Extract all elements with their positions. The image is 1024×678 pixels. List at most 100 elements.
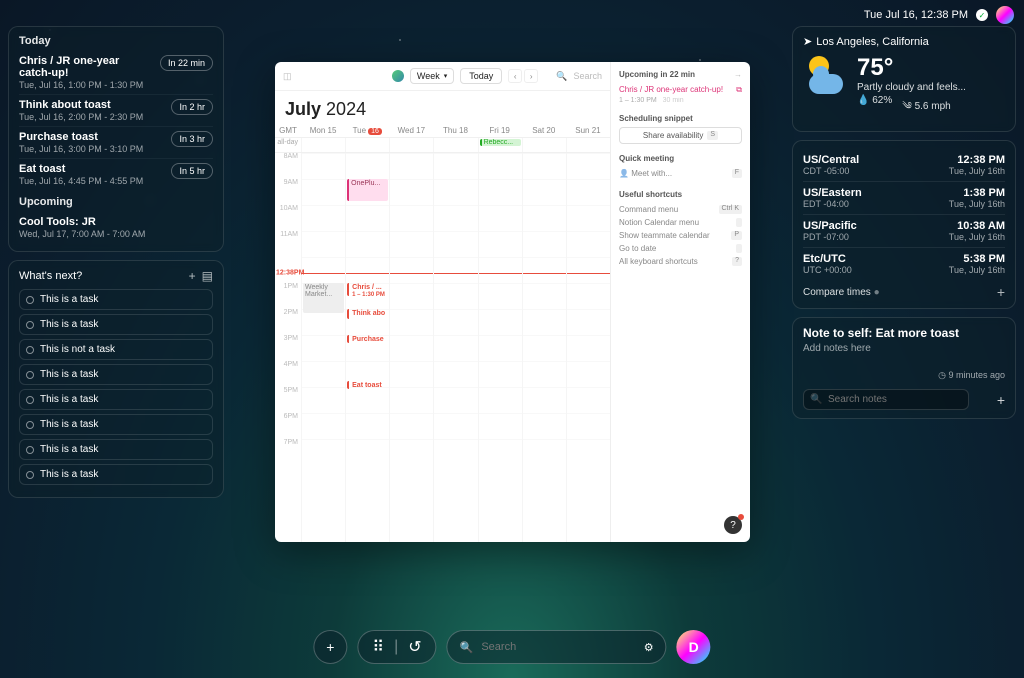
sidebar-toggle-icon[interactable]: ◫	[283, 71, 292, 82]
shortcut-item[interactable]: Notion Calendar menu	[619, 216, 742, 229]
add-task-icon[interactable]: +	[189, 269, 196, 283]
add-button[interactable]: +	[313, 630, 347, 664]
task-item[interactable]: This is a task	[19, 314, 213, 335]
countdown-pill: In 5 hr	[171, 163, 213, 179]
gear-icon[interactable]: ⚙	[644, 641, 654, 654]
countdown-pill: In 2 hr	[171, 99, 213, 115]
day-header-row: GMTMon 15Tue16Wed 17Thu 18Fri 19Sat 20Su…	[275, 124, 610, 138]
day-header[interactable]: GMT	[275, 124, 301, 137]
global-search[interactable]: 🔍 ⚙	[447, 630, 667, 664]
timezone-row[interactable]: US/PacificPDT -07:00 10:38 AMTue, July 1…	[803, 215, 1005, 248]
shortcut-item[interactable]: Show teammate calendarP	[619, 229, 742, 242]
timezone-row[interactable]: US/CentralCDT -05:00 12:38 PMTue, July 1…	[803, 149, 1005, 182]
allday-row: all-day Rebecc...	[275, 138, 610, 153]
next-week-button[interactable]: ›	[524, 69, 538, 83]
weather-location: Los Angeles, California	[816, 36, 929, 48]
timezone-row[interactable]: US/EasternEDT -04:00 1:38 PMTue, July 16…	[803, 182, 1005, 215]
upcoming-event-link[interactable]: Chris / JR one-year catch-up!⧉	[619, 83, 742, 97]
task-checkbox[interactable]	[26, 321, 34, 329]
temperature: 75°	[857, 54, 966, 82]
share-availability-button[interactable]: Share availabilityS	[619, 127, 742, 144]
today-button[interactable]: Today	[460, 68, 502, 84]
view-dropdown[interactable]: Week▾	[410, 68, 454, 84]
compare-dot-icon: ●	[874, 287, 880, 298]
agenda-event[interactable]: Think about toastTue, Jul 16, 2:00 PM - …	[19, 95, 213, 127]
agenda-event[interactable]: Cool Tools: JRWed, Jul 17, 7:00 AM - 7:0…	[19, 212, 213, 243]
day-header[interactable]: Thu 18	[433, 124, 477, 137]
task-checkbox[interactable]	[26, 421, 34, 429]
clock-icon: ◷	[938, 370, 946, 380]
note-title[interactable]: Note to self: Eat more toast	[803, 326, 1005, 340]
shortcuts-header: Useful shortcuts	[619, 190, 742, 199]
help-button[interactable]: ?	[724, 516, 742, 534]
task-item[interactable]: This is a task	[19, 389, 213, 410]
task-item[interactable]: This is a task	[19, 414, 213, 435]
wind-icon: ༄	[902, 101, 912, 112]
search-icon[interactable]: 🔍	[556, 71, 567, 82]
location-icon: ➤	[803, 35, 812, 48]
quick-meeting-input[interactable]: 👤 Meet with...F	[619, 167, 742, 180]
task-item[interactable]: This is a task	[19, 464, 213, 485]
notes-panel: Note to self: Eat more toast Add notes h…	[792, 317, 1016, 419]
notification-dot-icon	[738, 514, 744, 520]
task-item[interactable]: This is a task	[19, 289, 213, 310]
calendar-event[interactable]: Think abo	[347, 309, 388, 319]
day-header[interactable]: Wed 17	[389, 124, 433, 137]
day-header[interactable]: Mon 15	[301, 124, 345, 137]
calendar-event[interactable]: OnePlu...	[347, 179, 388, 201]
day-header-today[interactable]: Tue16	[345, 124, 389, 137]
global-search-input[interactable]	[481, 641, 635, 653]
shortcut-item[interactable]: Go to date	[619, 242, 742, 255]
calendar-event[interactable]: Eat toast	[347, 381, 388, 389]
open-icon[interactable]: →	[734, 70, 742, 79]
today-header: Today	[19, 35, 213, 47]
humidity-icon: 💧	[857, 95, 869, 106]
agenda-event[interactable]: Purchase toastTue, Jul 16, 3:00 PM - 3:1…	[19, 127, 213, 159]
task-item[interactable]: This is not a task	[19, 339, 213, 360]
calendar-event[interactable]: Purchase	[347, 335, 388, 343]
apps-icon[interactable]: ⠿	[372, 637, 384, 657]
agenda-event[interactable]: Eat toastTue, Jul 16, 4:45 PM - 4:55 PM …	[19, 159, 213, 190]
clock: Tue Jul 16, 12:38 PM	[864, 9, 968, 21]
countdown-pill: In 22 min	[160, 55, 213, 71]
task-checkbox[interactable]	[26, 371, 34, 379]
notes-search-input[interactable]	[803, 389, 969, 410]
calendar-grid[interactable]: 8AM9AM10AM11AM1PM2PM3PM4PM5PM6PM7PM 12:3…	[275, 153, 610, 542]
user-avatar[interactable]	[996, 6, 1014, 24]
add-note-button[interactable]: +	[997, 392, 1005, 408]
prev-week-button[interactable]: ‹	[508, 69, 522, 83]
tasks-settings-icon[interactable]: ▤	[202, 269, 213, 283]
day-header[interactable]: Sat 20	[522, 124, 566, 137]
agenda-event[interactable]: Chris / JR one-year catch-up!Tue, Jul 16…	[19, 51, 213, 95]
sync-status-icon: ✓	[976, 9, 988, 21]
upcoming-header: Upcoming	[19, 196, 213, 208]
task-checkbox[interactable]	[26, 346, 34, 354]
search-icon: 🔍	[460, 641, 474, 654]
shortcut-item[interactable]: Command menuCtrl K	[619, 203, 742, 216]
task-checkbox[interactable]	[26, 446, 34, 454]
task-checkbox[interactable]	[26, 396, 34, 404]
allday-event[interactable]: Rebecc...	[480, 139, 521, 146]
calendar-event[interactable]: Chris / ...1 – 1:30 PM	[347, 283, 388, 296]
history-icon[interactable]: ↺	[408, 637, 421, 657]
dock-widgets[interactable]: ⠿ | ↺	[357, 630, 436, 664]
shortcut-item[interactable]: All keyboard shortcuts?	[619, 255, 742, 268]
task-checkbox[interactable]	[26, 471, 34, 479]
task-checkbox[interactable]	[26, 296, 34, 304]
day-header[interactable]: Sun 21	[566, 124, 610, 137]
day-header[interactable]: Fri 19	[478, 124, 522, 137]
add-timezone-button[interactable]: +	[997, 284, 1005, 300]
calendar-event[interactable]: Weekly Market...	[303, 283, 344, 313]
timezone-row[interactable]: Etc/UTCUTC +00:00 5:38 PMTue, July 16th	[803, 248, 1005, 280]
calendar-search-placeholder[interactable]: Search	[573, 71, 602, 81]
menubar: Tue Jul 16, 12:38 PM ✓	[864, 6, 1014, 24]
dock-avatar[interactable]: D	[677, 630, 711, 664]
today-panel: Today Chris / JR one-year catch-up!Tue, …	[8, 26, 224, 252]
dock: + ⠿ | ↺ 🔍 ⚙ D	[313, 630, 710, 664]
compare-times-label[interactable]: Compare times	[803, 287, 871, 298]
task-item[interactable]: This is a task	[19, 364, 213, 385]
note-body[interactable]: Add notes here	[803, 343, 1005, 354]
task-item[interactable]: This is a task	[19, 439, 213, 460]
calendar-avatar[interactable]	[392, 70, 404, 82]
weather-icon	[803, 54, 847, 98]
